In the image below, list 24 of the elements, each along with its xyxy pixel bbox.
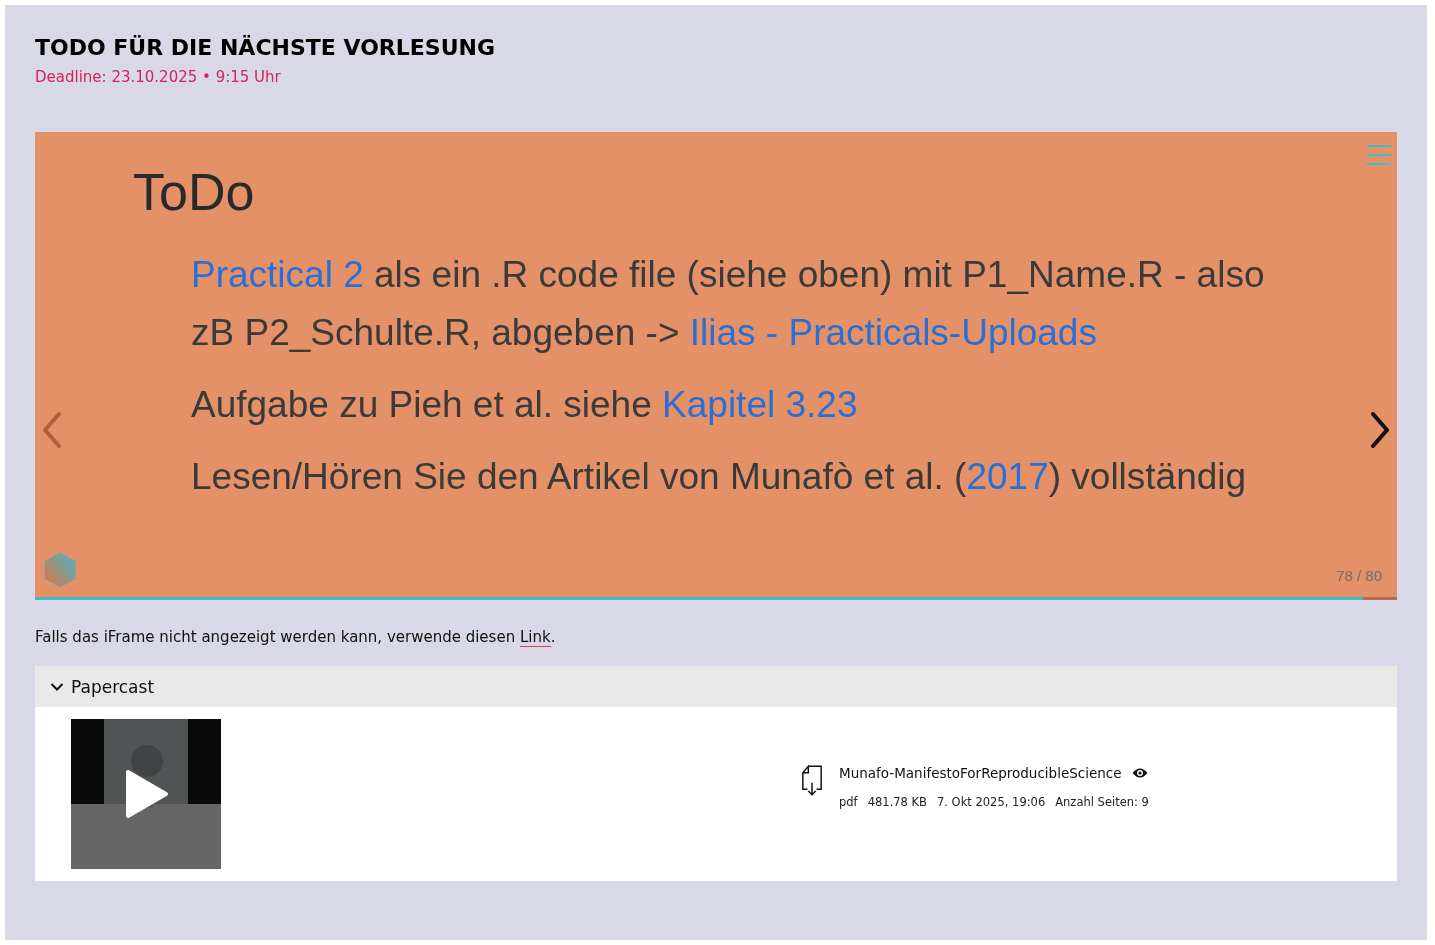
file-date: 7. Okt 2025, 19:06 — [937, 795, 1046, 809]
slide-link[interactable]: Ilias - Practicals-Uploads — [689, 312, 1097, 353]
file-download-icon[interactable] — [801, 765, 823, 797]
slide-paragraph: Lesen/Hören Sie den Artikel von Munafò et al. (2017) vollständig — [191, 455, 1248, 499]
slide-link[interactable]: 2017 — [966, 456, 1049, 497]
chevron-icon — [50, 681, 64, 692]
page-title: TODO FÜR DIE NÄCHSTE VORLESUNG — [35, 35, 496, 60]
deadline-text: Deadline: 23.10.2025 • 9:15 Uhr — [35, 68, 282, 86]
file-type: pdf — [839, 795, 858, 809]
slide-link[interactable]: Kapitel 3.23 — [662, 384, 858, 425]
fallback-link[interactable]: Link — [519, 628, 551, 647]
slide-counter: 78 / 80 — [1336, 567, 1382, 584]
play-icon[interactable] — [125, 769, 169, 819]
slide-heading: ToDo — [133, 162, 256, 222]
file-pages: Anzahl Seiten: 9 — [1055, 795, 1149, 809]
file-size: 481.78 KB — [867, 795, 927, 809]
slide-link[interactable]: Practical 2 — [191, 254, 364, 295]
eye-icon[interactable] — [1131, 767, 1148, 779]
slide-paragraph: Practical 2 als ein .R code file (siehe oben) mit P1_Name.R - also zB P2_Schulte.R, abgeben -> Ilias - Practicals-Uploads — [191, 253, 1266, 355]
papercast-header[interactable]: Papercast — [35, 666, 1397, 707]
hexagon-logo-icon — [44, 552, 76, 588]
slide-paragraph: Aufgabe zu Pieh et al. siehe Kapitel 3.23 — [191, 383, 859, 427]
fallback-text: Falls das iFrame nicht angezeigt werden kann, verwende diesen Link. — [35, 628, 557, 646]
file-name[interactable]: Munafo-ManifestoForReproducibleScience — [839, 765, 1122, 781]
